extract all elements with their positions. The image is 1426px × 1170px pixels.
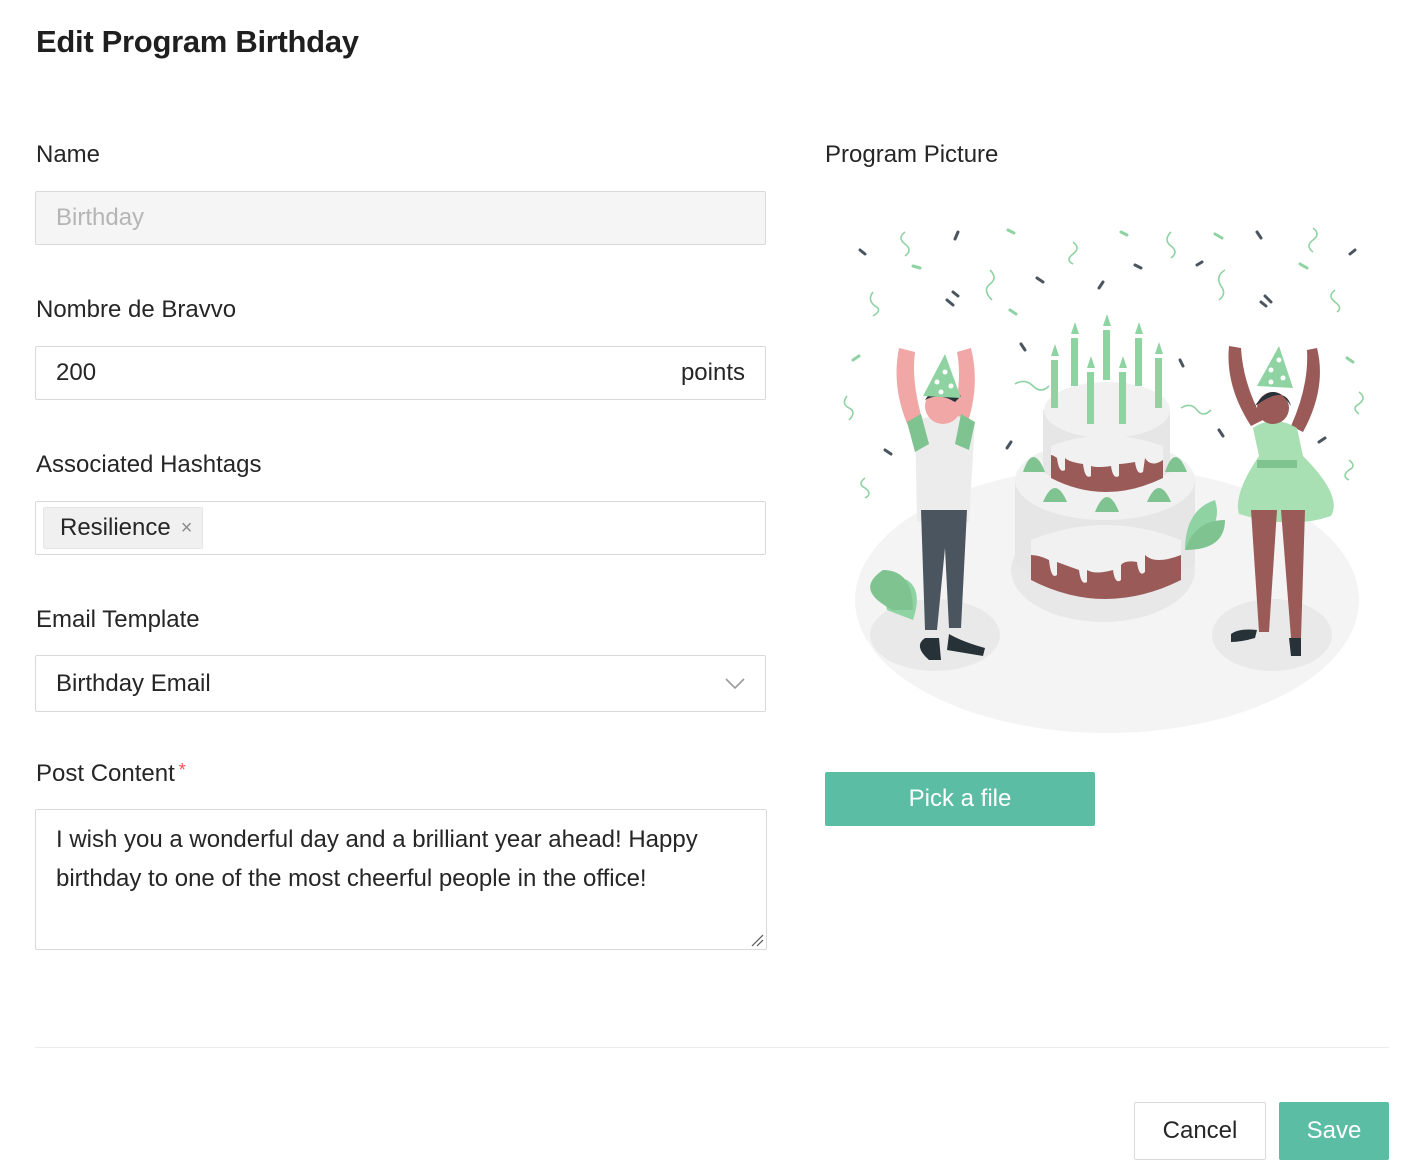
bravvo-label: Nombre de Bravvo (36, 296, 237, 323)
name-value: Birthday (56, 204, 145, 231)
chevron-down-icon[interactable] (725, 677, 765, 690)
email-template-label: Email Template (36, 606, 200, 633)
bravvo-value[interactable]: 200 (36, 359, 681, 387)
resize-handle-icon[interactable] (750, 933, 764, 947)
hashtag-tag: Resilience × (43, 507, 204, 549)
program-picture-label: Program Picture (825, 141, 999, 168)
close-icon[interactable]: × (181, 517, 193, 540)
save-button[interactable]: Save (1279, 1102, 1389, 1160)
bravvo-points-input[interactable]: 200 points (35, 346, 766, 400)
hashtags-label: Associated Hashtags (36, 451, 262, 478)
email-template-select[interactable]: Birthday Email (35, 655, 766, 712)
hashtag-tag-label: Resilience (60, 514, 171, 541)
footer-divider (35, 1047, 1389, 1048)
hashtags-select[interactable]: Resilience × (35, 501, 766, 555)
cancel-button[interactable]: Cancel (1134, 1102, 1266, 1160)
name-label: Name (36, 141, 101, 168)
page-title: Edit Program Birthday (36, 24, 359, 59)
post-content-label: Post Content * (36, 760, 186, 788)
post-content-textarea[interactable]: I wish you a wonderful day and a brillia… (35, 809, 767, 950)
post-content-label-text: Post Content (36, 760, 175, 787)
name-input: Birthday (35, 191, 766, 245)
post-content-text[interactable]: I wish you a wonderful day and a brillia… (56, 826, 698, 892)
points-suffix: points (680, 359, 745, 386)
pick-file-button[interactable]: Pick a file (825, 772, 1095, 826)
email-template-value: Birthday Email (56, 669, 211, 697)
birthday-illustration (843, 227, 1364, 733)
required-mark: * (178, 760, 186, 780)
